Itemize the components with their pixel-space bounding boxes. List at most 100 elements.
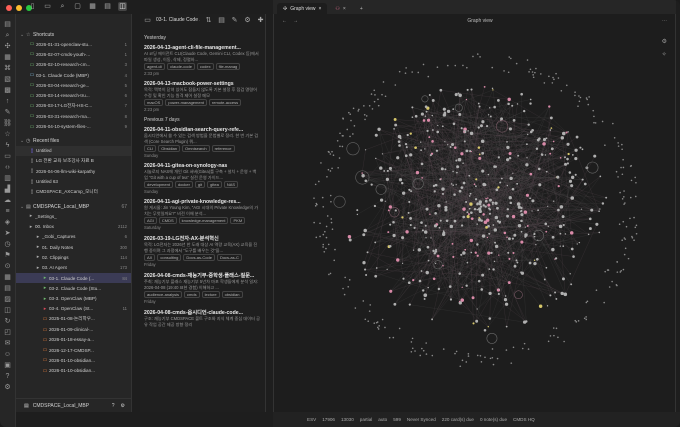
graph-node[interactable] <box>464 248 467 251</box>
graph-node[interactable] <box>387 231 390 234</box>
graph-node[interactable] <box>389 289 393 293</box>
graph-node[interactable] <box>553 334 555 337</box>
graph-node[interactable] <box>469 192 472 195</box>
graph-node[interactable] <box>496 220 500 223</box>
graph-node[interactable] <box>555 72 557 75</box>
graph-node[interactable] <box>627 257 630 260</box>
graph-node[interactable] <box>615 284 618 286</box>
flag-icon[interactable]: ⚑ <box>3 251 12 260</box>
tag-chip[interactable]: claude-code <box>167 63 195 70</box>
graph-node[interactable] <box>424 230 428 234</box>
graph-node[interactable] <box>542 138 547 142</box>
graph-node[interactable] <box>377 104 380 107</box>
graph-node[interactable] <box>583 182 587 186</box>
graph-node[interactable] <box>579 96 582 99</box>
file-tree-item[interactable]: ▭ 2026-12-17-CMDSP... <box>16 345 131 355</box>
graph-node[interactable] <box>577 105 579 107</box>
graph-node[interactable] <box>495 188 499 192</box>
graph-node[interactable] <box>374 94 376 96</box>
vault-switcher[interactable]: ▤ CMDSPACE_Local_MBP ? ⚙ <box>16 398 131 412</box>
graph-node[interactable] <box>585 97 588 99</box>
map-icon[interactable]: ◰ <box>3 328 12 337</box>
graph-node[interactable] <box>325 225 328 228</box>
graph-node[interactable] <box>490 251 493 254</box>
graph-node[interactable] <box>513 233 517 237</box>
graph-node[interactable] <box>431 140 434 143</box>
graph-node[interactable] <box>393 302 397 306</box>
graph-node[interactable] <box>515 62 518 65</box>
graph-node[interactable] <box>625 225 628 228</box>
graph-node[interactable] <box>420 162 424 166</box>
graph-node[interactable] <box>508 196 512 200</box>
file-tree-item[interactable]: ▸ 03. AI Agent 173 <box>16 263 131 273</box>
graph-node[interactable] <box>575 135 579 139</box>
graph-node[interactable] <box>389 223 392 226</box>
graph-node[interactable] <box>348 238 352 242</box>
graph-node[interactable] <box>510 362 513 364</box>
graph-node[interactable] <box>338 157 341 159</box>
graph-node[interactable] <box>622 268 625 271</box>
graph-node[interactable] <box>315 236 318 239</box>
graph-node[interactable] <box>452 255 455 258</box>
graph-node[interactable] <box>561 215 565 218</box>
graph-node[interactable] <box>516 182 519 185</box>
graph-node[interactable] <box>452 170 454 173</box>
graph-node[interactable] <box>327 150 330 153</box>
graph-node[interactable] <box>515 259 518 262</box>
graph-node[interactable] <box>512 119 516 122</box>
file-tree-item[interactable]: ▭ 2026-03-04-research-ge... 5 <box>16 80 131 90</box>
graph-node[interactable] <box>379 166 383 170</box>
more-options-icon[interactable]: ⋯ <box>662 18 667 24</box>
graph-node[interactable] <box>401 191 406 195</box>
graph-node[interactable] <box>524 226 527 228</box>
graph-node[interactable] <box>393 118 397 121</box>
graph-node[interactable] <box>487 251 491 255</box>
book-icon[interactable]: ▥ <box>3 174 12 183</box>
graph-node[interactable] <box>616 261 619 263</box>
graph-node[interactable] <box>585 301 588 304</box>
graph-node[interactable] <box>506 236 508 239</box>
graph-node[interactable] <box>339 145 341 148</box>
graph-node[interactable] <box>476 208 479 211</box>
graph-node[interactable] <box>325 247 327 250</box>
mail-icon[interactable]: ✉ <box>3 339 12 348</box>
graph-node[interactable] <box>339 132 341 135</box>
graph-node[interactable] <box>477 102 480 105</box>
graph-node[interactable] <box>586 98 588 101</box>
graph-node[interactable] <box>424 148 426 150</box>
graph-node[interactable] <box>563 292 568 297</box>
graph-node[interactable] <box>520 240 524 244</box>
graph-node[interactable] <box>565 131 568 134</box>
graph-node[interactable] <box>621 198 624 200</box>
graph-node[interactable] <box>412 278 415 282</box>
graph-node[interactable] <box>454 64 457 67</box>
graph-node[interactable] <box>531 210 533 212</box>
status-item[interactable]: ESV <box>307 417 316 422</box>
graph-node[interactable] <box>363 113 366 116</box>
graph-node[interactable] <box>481 234 486 238</box>
graph-node[interactable] <box>510 57 512 60</box>
graph-node[interactable] <box>566 162 570 165</box>
graph-node[interactable] <box>569 231 574 235</box>
graph-node[interactable] <box>603 301 605 304</box>
sort-icon[interactable]: ⇅ <box>204 16 213 25</box>
settings-icon[interactable]: ⚙ <box>662 38 667 45</box>
graph-node[interactable] <box>431 318 434 321</box>
graph-node[interactable] <box>458 300 461 303</box>
graph-node[interactable] <box>551 235 555 239</box>
graph-node[interactable] <box>478 216 480 219</box>
graph-node[interactable] <box>506 208 509 211</box>
graph-node[interactable] <box>415 170 420 175</box>
graph-node[interactable] <box>469 238 474 243</box>
graph-node[interactable] <box>472 55 474 58</box>
graph-node[interactable] <box>439 88 443 92</box>
folder-icon[interactable]: ▭ <box>43 2 52 11</box>
graph-node[interactable] <box>437 124 439 127</box>
graph-node[interactable] <box>431 354 434 357</box>
status-item[interactable]: Never Synced <box>407 417 436 422</box>
graph-node[interactable] <box>437 203 441 208</box>
graph-node[interactable] <box>531 71 534 73</box>
graph-node[interactable] <box>556 175 560 179</box>
graph-node[interactable] <box>561 277 565 281</box>
graph-node[interactable] <box>386 169 389 172</box>
